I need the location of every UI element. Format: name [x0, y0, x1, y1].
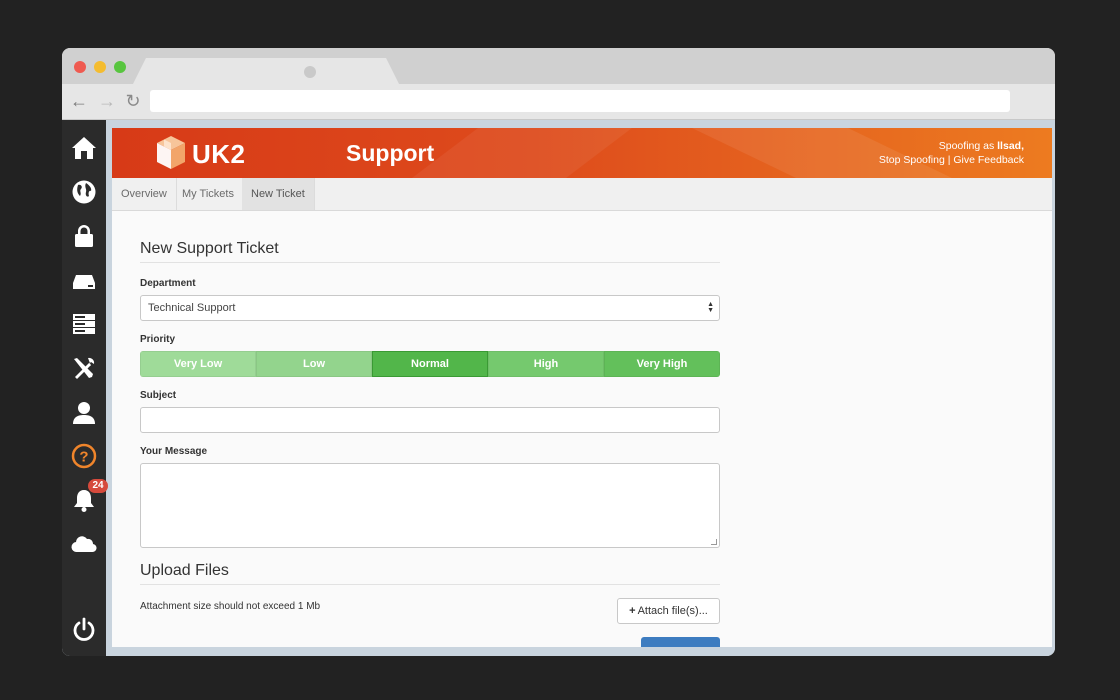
browser-window: ← → ↻ ? 24 UK2 Support Spoofing as llsad…	[62, 48, 1055, 656]
sidebar-item-home[interactable]	[68, 132, 100, 164]
sidebar-item-notifications[interactable]: 24	[68, 479, 108, 516]
notification-count-badge: 24	[88, 479, 108, 493]
browser-toolbar: ← → ↻	[62, 84, 1055, 120]
sidebar-item-hosting[interactable]	[68, 264, 100, 296]
sidebar-item-help[interactable]: ?	[68, 440, 100, 472]
svg-text:?: ?	[79, 449, 88, 466]
give-feedback-link[interactable]: Give Feedback	[953, 154, 1024, 166]
priority-high-button[interactable]: High	[488, 351, 604, 377]
cloud-icon	[71, 536, 97, 553]
priority-very-low-button[interactable]: Very Low	[140, 351, 256, 377]
resize-handle-icon[interactable]	[711, 539, 717, 545]
upload-files-title: Upload Files	[140, 562, 720, 585]
form-title: New Support Ticket	[140, 240, 720, 263]
department-select[interactable]: Technical Support ▲ ▼	[140, 295, 720, 321]
page-viewport: ? 24 UK2 Support Spoofing as llsad, Stop…	[62, 120, 1055, 656]
reload-icon[interactable]: ↻	[122, 90, 144, 112]
tab-overview[interactable]: Overview	[112, 178, 177, 210]
support-tabs: Overview My Tickets New Ticket	[112, 178, 1052, 211]
address-bar[interactable]	[150, 90, 1010, 112]
attach-files-label: Attach file(s)...	[637, 605, 708, 617]
plus-icon: +	[629, 605, 636, 617]
spoofed-user: llsad,	[997, 140, 1024, 152]
header-decoration	[412, 128, 632, 178]
logo-text[interactable]: UK2	[192, 139, 246, 170]
sidebar-item-cloud[interactable]	[68, 528, 100, 560]
lock-icon	[75, 225, 93, 247]
support-app: UK2 Support Spoofing as llsad, Stop Spoo…	[112, 128, 1052, 647]
priority-selector: Very Low Low Normal High Very High	[140, 351, 720, 377]
attach-files-button[interactable]: + Attach file(s)...	[617, 598, 720, 624]
department-value: Technical Support	[148, 302, 236, 314]
close-window-button[interactable]	[74, 61, 86, 73]
server-icon	[73, 275, 95, 289]
link-separator: |	[947, 154, 951, 166]
minimize-window-button[interactable]	[94, 61, 106, 73]
sidebar-item-servers[interactable]	[68, 308, 100, 340]
submit-button[interactable]	[641, 637, 720, 647]
forward-arrow-icon[interactable]: →	[96, 90, 118, 112]
back-arrow-icon[interactable]: ←	[68, 90, 90, 112]
tab-new-ticket[interactable]: New Ticket	[242, 178, 315, 210]
app-header: UK2 Support Spoofing as llsad, Stop Spoo…	[112, 128, 1052, 178]
stop-spoofing-link[interactable]: Stop Spoofing	[879, 154, 945, 166]
spoofing-prefix: Spoofing as	[938, 140, 995, 152]
select-arrows-icon: ▲ ▼	[707, 301, 714, 314]
message-label: Your Message	[140, 446, 208, 457]
subject-input[interactable]	[140, 407, 720, 433]
sidebar-item-logout[interactable]	[68, 614, 100, 646]
maximize-window-button[interactable]	[114, 61, 126, 73]
spoofing-info: Spoofing as llsad, Stop Spoofing | Give …	[879, 139, 1024, 167]
power-icon	[73, 617, 95, 641]
priority-very-high-button[interactable]: Very High	[604, 351, 720, 377]
browser-tab[interactable]	[132, 58, 400, 86]
priority-label: Priority	[140, 334, 176, 345]
attachment-hint: Attachment size should not exceed 1 Mb	[140, 601, 321, 612]
title-bar	[62, 48, 1055, 86]
home-icon	[72, 137, 96, 159]
help-icon: ?	[71, 443, 97, 469]
sidebar-item-account[interactable]	[68, 396, 100, 428]
uk2-logo-icon	[157, 136, 185, 169]
tab-my-tickets[interactable]: My Tickets	[173, 178, 244, 210]
sidebar-item-security[interactable]	[68, 220, 100, 252]
priority-normal-button[interactable]: Normal	[372, 351, 488, 377]
sidebar-item-domains[interactable]	[68, 176, 100, 208]
tools-icon	[74, 357, 95, 379]
page-title: Support	[346, 140, 435, 166]
sidebar: ? 24	[62, 120, 108, 656]
subject-label: Subject	[140, 390, 177, 401]
priority-low-button[interactable]: Low	[256, 351, 372, 377]
tab-loading-icon	[304, 66, 316, 78]
department-label: Department	[140, 278, 196, 289]
server-stack-icon	[73, 314, 95, 334]
message-textarea[interactable]	[140, 463, 720, 548]
user-icon	[73, 402, 95, 424]
globe-icon	[72, 180, 96, 204]
sidebar-item-tools[interactable]	[68, 352, 100, 384]
